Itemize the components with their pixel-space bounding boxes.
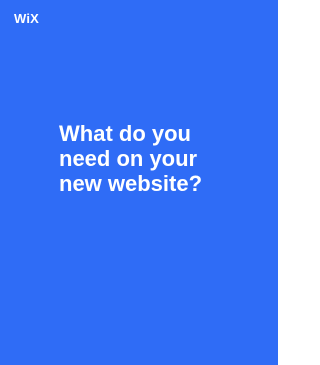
page: WiX What do you need on your new website… bbox=[0, 0, 289, 365]
headline-line-3: new website? bbox=[59, 171, 203, 196]
headline-line-2: need on your bbox=[59, 146, 198, 171]
headline-line-1: What do you bbox=[59, 121, 191, 146]
wix-logo[interactable]: WiX bbox=[14, 12, 39, 26]
hero-panel: WiX What do you need on your new website… bbox=[0, 0, 278, 365]
page-headline: What do you need on your new website? bbox=[59, 121, 259, 196]
